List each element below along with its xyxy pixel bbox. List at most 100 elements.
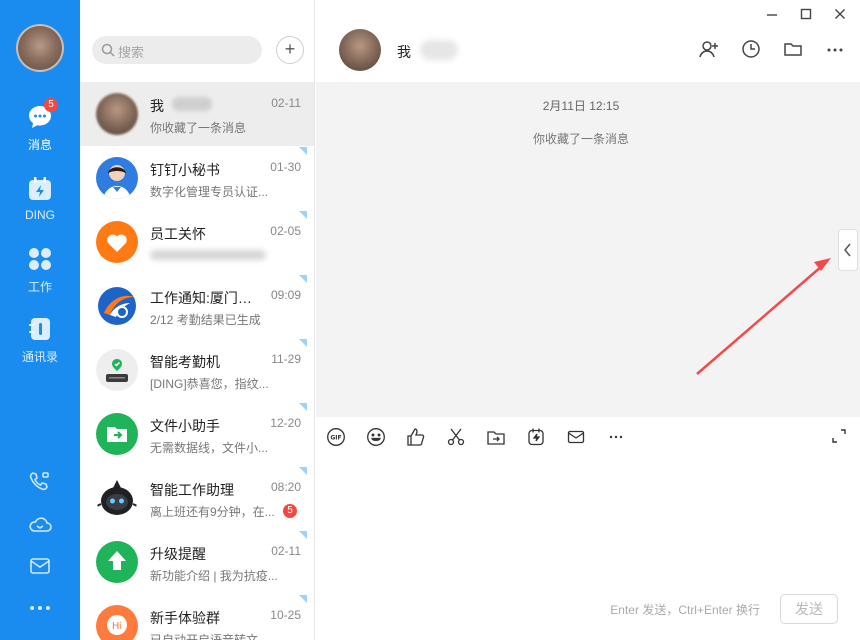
- nav-item-ding[interactable]: DING: [0, 176, 80, 222]
- conversation-name: 智能考勤机: [150, 354, 220, 370]
- add-member-icon[interactable]: [698, 38, 718, 60]
- conversation-time: 01-30: [270, 160, 301, 174]
- conversation-preview: 你收藏了一条消息: [150, 121, 247, 135]
- conversation-item[interactable]: 工作通知:厦门博... 09:09 2/12 考勤结果已生成: [80, 274, 314, 338]
- pin-corner-icon: [299, 467, 307, 475]
- conversation-preview: 已自动开启语音转文...: [150, 633, 269, 640]
- conversation-name: 智能工作助理: [150, 482, 234, 498]
- pin-corner-icon: [299, 403, 307, 411]
- chat-title: 我: [397, 44, 411, 60]
- chat-panel: 我 2月11日 12:15 你收藏了一条消息 GIF Enter 发送，Ctrl…: [316, 0, 860, 640]
- apps-grid-icon: [27, 246, 53, 272]
- chat-avatar[interactable]: [339, 29, 381, 71]
- cloud-icon[interactable]: [0, 512, 80, 541]
- svg-text:Hi: Hi: [112, 621, 122, 632]
- conversation-preview: 2/12 考勤结果已生成: [150, 313, 261, 327]
- pin-corner-icon: [299, 275, 307, 283]
- heart-icon: [96, 221, 138, 263]
- nav-label-ding: DING: [25, 208, 55, 222]
- thumbs-up-icon[interactable]: [406, 427, 426, 447]
- search-icon: [101, 43, 115, 62]
- message-timestamp: 2月11日 12:15: [542, 99, 620, 113]
- input-hint: Enter 发送，Ctrl+Enter 换行: [610, 603, 760, 617]
- unread-badge: 5: [283, 504, 297, 518]
- conversation-preview: 离上班还有9分钟，在...: [150, 505, 275, 519]
- group-avatar-icon: Hi: [96, 605, 138, 640]
- unread-badge: 5: [44, 98, 58, 112]
- conversation-item[interactable]: 智能工作助理 08:20 离上班还有9分钟，在... 5: [80, 466, 314, 530]
- search-input[interactable]: 搜索: [92, 36, 262, 64]
- window-controls: [764, 6, 848, 22]
- conversation-time: 09:09: [270, 288, 301, 302]
- nav-label-work: 工作: [27, 280, 52, 294]
- blurred-preview: [150, 250, 266, 260]
- share-folder-icon[interactable]: [486, 427, 506, 447]
- contacts-book-icon: [27, 316, 53, 342]
- conversation-name: 文件小助手: [150, 418, 220, 434]
- mail-icon[interactable]: [566, 427, 586, 447]
- robot-assistant-icon: [96, 477, 138, 519]
- nav-item-messages[interactable]: 5 消息: [0, 98, 80, 153]
- chat-header-tools: [698, 38, 844, 60]
- close-icon[interactable]: [832, 6, 848, 22]
- conversation-preview: 数字化管理专员认证...: [150, 185, 269, 199]
- conversation-item[interactable]: 我 02-11 你收藏了一条消息: [80, 82, 314, 146]
- my-avatar[interactable]: [16, 24, 64, 72]
- video-call-icon[interactable]: [0, 470, 80, 499]
- folder-icon[interactable]: [782, 38, 802, 60]
- search-placeholder: 搜索: [118, 45, 145, 60]
- conversation-item[interactable]: Hi 新手体验群 10-25 已自动开启语音转文...: [80, 594, 314, 640]
- pin-corner-icon: [299, 595, 307, 603]
- conversation-name: 升级提醒: [150, 546, 206, 562]
- mail-icon[interactable]: [0, 555, 80, 582]
- nav-label-messages: 消息: [27, 138, 52, 152]
- conversation-list: 搜索 + 我 02-11 你收藏了一条消息 钉钉小秘书 01-30 数字化管理专…: [80, 0, 315, 640]
- maximize-icon[interactable]: [798, 6, 814, 22]
- minimize-icon[interactable]: [764, 6, 780, 22]
- pin-corner-icon: [299, 211, 307, 219]
- more-dots-icon[interactable]: [824, 38, 844, 60]
- expand-icon[interactable]: [830, 427, 848, 445]
- nav-label-contacts: 通讯录: [21, 350, 58, 364]
- conversation-name: 钉钉小秘书: [150, 162, 220, 178]
- conversation-item[interactable]: 升级提醒 02-11 新功能介绍 | 我为抗疫...: [80, 530, 314, 594]
- conversation-preview: [DING]恭喜您，指纹...: [150, 377, 269, 391]
- conversation-preview: 新功能介绍 | 我为抗疫...: [150, 569, 278, 583]
- input-toolbar: GIF: [326, 427, 626, 447]
- conversation-item[interactable]: 智能考勤机 11-29 [DING]恭喜您，指纹...: [80, 338, 314, 402]
- company-logo-icon: [96, 285, 138, 327]
- add-button[interactable]: +: [276, 36, 304, 64]
- pin-corner-icon: [299, 147, 307, 155]
- chat-bubble-icon: 5: [27, 98, 58, 130]
- ding-icon: [27, 176, 53, 202]
- nav-item-work[interactable]: 工作: [0, 246, 80, 295]
- scissors-icon[interactable]: [446, 427, 466, 447]
- pin-corner-icon: [299, 339, 307, 347]
- blurred-name: [172, 97, 212, 111]
- pin-corner-icon: [299, 531, 307, 539]
- blurred-name: [420, 40, 458, 60]
- conversation-name: 新手体验群: [150, 610, 220, 626]
- conversation-name: 我: [150, 98, 164, 114]
- conversation-time: 02-05: [270, 224, 301, 238]
- conversation-time: 10-25: [270, 608, 301, 622]
- conversation-time: 02-11: [271, 544, 301, 558]
- conversation-name: 工作通知:厦门博...: [150, 290, 262, 306]
- upgrade-arrow-icon: [96, 541, 138, 583]
- conversation-name: 员工关怀: [150, 226, 206, 242]
- conversation-item[interactable]: 钉钉小秘书 01-30 数字化管理专员认证...: [80, 146, 314, 210]
- conversation-preview: 无需数据线，文件小...: [150, 441, 269, 455]
- conversation-time: 02-11: [271, 96, 301, 110]
- more-dots-icon[interactable]: [0, 600, 80, 618]
- chevron-left-icon: [844, 243, 851, 257]
- conversation-item[interactable]: 员工关怀 02-05: [80, 210, 314, 274]
- conversation-item[interactable]: 文件小助手 12-20 无需数据线，文件小...: [80, 402, 314, 466]
- history-clock-icon[interactable]: [740, 38, 760, 60]
- nav-item-contacts[interactable]: 通讯录: [0, 316, 80, 365]
- ding-icon[interactable]: [526, 427, 546, 447]
- emoji-icon[interactable]: [366, 427, 386, 447]
- side-panel-toggle[interactable]: [838, 229, 858, 271]
- gif-icon[interactable]: GIF: [326, 427, 346, 447]
- send-button[interactable]: 发送: [780, 594, 838, 624]
- more-dots-icon[interactable]: [606, 427, 626, 447]
